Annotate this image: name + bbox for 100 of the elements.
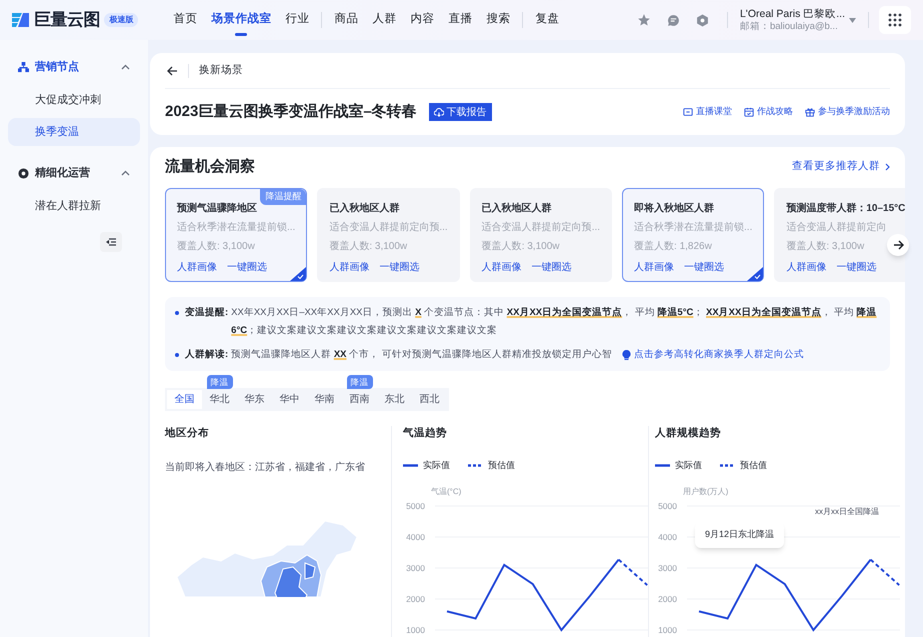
region-tab[interactable]: 华中 <box>272 390 307 409</box>
tick-label: 4000 <box>658 532 677 542</box>
collapse-sidebar-button[interactable] <box>100 232 122 252</box>
note-label: 人群解读: <box>185 348 228 362</box>
nav-link[interactable]: 搜索 <box>479 1 518 39</box>
chart-title: 气温趋势 <box>403 426 448 441</box>
org-chart-icon <box>18 62 29 72</box>
nav-link[interactable]: 商品 <box>327 1 366 39</box>
note-label: 变温提醒: <box>185 306 228 320</box>
note-text: XX年XX月XX日–XX年XX月XX日，预测出 X 个变温节点：其中 XX月XX日为全国变温节点， 平均 降温5°C； XX月XX日为全国变温节点， 平均 降温6°C；建议文案建议文案建议文案建议文案建议文案建议文案 <box>231 306 878 338</box>
legend-item: 预估值 <box>468 458 515 472</box>
tick-label: 4000 <box>406 532 425 542</box>
region-tab[interactable]: 东北 <box>377 390 412 409</box>
card-tag: 降温提醒 <box>260 189 306 204</box>
more-link[interactable]: 查看更多推荐人群 <box>792 159 890 175</box>
sidebar-group-header[interactable]: 营销节点 <box>8 52 140 82</box>
chevron-up-icon[interactable] <box>121 170 130 176</box>
cloud-download-icon <box>434 108 444 116</box>
legend-item: 预估值 <box>720 458 767 472</box>
coverage-text: 覆盖人数: 3,100w <box>329 240 408 254</box>
nav-link[interactable]: 直播 <box>441 1 480 39</box>
nav-link[interactable]: 场景作战室 <box>204 1 278 39</box>
sidebar-item[interactable]: 大促成交冲刺 <box>8 86 140 114</box>
header-link[interactable]: 参与换季激励活动 <box>805 105 890 119</box>
chevron-up-icon[interactable] <box>121 64 130 70</box>
panel-title: 地区分布 <box>165 426 210 441</box>
legend-item: 实际值 <box>655 458 702 472</box>
sidebar-item[interactable]: 潜在人群拉新 <box>8 192 140 220</box>
card-description: 适合变温人群提前定向预... <box>482 220 600 235</box>
tick-label: 2000 <box>658 594 677 604</box>
collapse-icon <box>106 238 116 246</box>
bulb-icon <box>622 350 631 360</box>
chat-icon[interactable] <box>666 14 680 26</box>
card-link[interactable]: 一键圈选 <box>379 260 420 275</box>
tick-label: 1000 <box>658 625 677 634</box>
legend-line-icon <box>655 464 670 467</box>
arrow-right-icon <box>892 240 904 250</box>
grid-icon <box>888 13 902 27</box>
nav-link[interactable]: 人群 <box>365 1 404 39</box>
annotation-label: xx月xx日全国降温 <box>815 507 879 516</box>
nav-link[interactable]: 复盘 <box>528 1 566 39</box>
nav-link[interactable]: 行业 <box>278 1 316 39</box>
card-link[interactable]: 一键圈选 <box>684 260 724 275</box>
calendar-icon <box>744 107 754 117</box>
account-name[interactable]: L'Oreal Paris 巴黎欧... <box>740 8 845 21</box>
card-link[interactable]: 人群画像 <box>482 260 522 275</box>
star-icon[interactable] <box>636 13 651 27</box>
card-link[interactable]: 人群画像 <box>634 260 674 275</box>
card-description: 适合变温人群提前定向 <box>786 220 886 235</box>
gift-icon <box>805 107 815 117</box>
tick-label: 3000 <box>658 563 677 574</box>
tick-label: 5000 <box>658 501 677 512</box>
account-email: 邮箱：balioulaiya@b... <box>740 20 839 32</box>
apps-grid-button[interactable] <box>879 6 911 34</box>
card-description: 适合秋季潜在流量提前锁... <box>634 220 752 235</box>
legend-item: 实际值 <box>403 458 450 472</box>
region-tab[interactable]: 华南 <box>307 390 342 409</box>
card-title: 预测温度带人群：10–15°C <box>786 201 905 216</box>
sidebar-group-header[interactable]: 精细化运营 <box>8 158 140 188</box>
logo-icon <box>12 13 29 27</box>
circle-icon <box>18 168 29 178</box>
chart-tooltip: 9月12日东北降温 <box>695 522 784 548</box>
nav-link[interactable]: 内容 <box>403 1 442 39</box>
region-summary: 当前即将入春地区：江苏省，福建省，广东省 <box>165 460 366 475</box>
region-tab[interactable]: 西北 <box>412 390 447 409</box>
note-text: 预测气温骤降地区人群 XX 个市， 可针对预测气温骤降地区人群精准投放锁定用户心智 <box>231 348 612 362</box>
region-tab[interactable]: 华东 <box>237 390 272 409</box>
card-link[interactable]: 人群画像 <box>177 260 217 275</box>
legend-line-icon <box>720 464 735 467</box>
cooling-badge: 降温 <box>346 375 372 389</box>
tick-label: 2000 <box>406 594 425 604</box>
tick-label: 1000 <box>406 625 425 634</box>
page-title: 2023巨量云图换季变温作战室–冬转春 <box>165 102 417 122</box>
card-title: 预测气温骤降地区 <box>177 202 257 216</box>
legend-line-icon <box>403 464 418 467</box>
card-link[interactable]: 一键圈选 <box>532 260 572 275</box>
card-link[interactable]: 人群画像 <box>786 260 826 275</box>
tick-label: 3000 <box>406 563 425 574</box>
chevron-right-icon <box>885 163 890 171</box>
axis-title: 用户数(万人) <box>683 487 728 496</box>
back-arrow-icon[interactable] <box>167 66 178 76</box>
nav-link[interactable]: 首页 <box>166 1 204 39</box>
coverage-text: 覆盖人数: 3,100w <box>786 240 864 254</box>
card-title: 即将入秋地区人群 <box>634 202 714 216</box>
breadcrumb: 换新场景 <box>199 62 243 78</box>
card-link[interactable]: 一键圈选 <box>227 260 267 275</box>
header-link[interactable]: 直播课堂 <box>683 105 732 119</box>
hexagon-icon[interactable] <box>696 14 709 26</box>
caret-icon[interactable] <box>849 18 856 22</box>
header-link[interactable]: 作战攻略 <box>744 105 793 119</box>
coverage-text: 覆盖人数: 1,826w <box>634 240 712 254</box>
sidebar-item[interactable]: 换季变温 <box>8 118 140 146</box>
tick-label: 5000 <box>406 501 425 512</box>
coverage-text: 覆盖人数: 3,100w <box>482 240 560 254</box>
download-report-button[interactable]: 下载报告 <box>428 103 492 121</box>
formula-link[interactable]: 点击参考高转化商家换季人群定向公式 <box>622 346 804 364</box>
card-link[interactable]: 一键圈选 <box>836 260 876 275</box>
card-link[interactable]: 人群画像 <box>329 260 370 275</box>
region-tab[interactable]: 全国 <box>167 390 202 409</box>
legend-line-icon <box>468 464 483 467</box>
